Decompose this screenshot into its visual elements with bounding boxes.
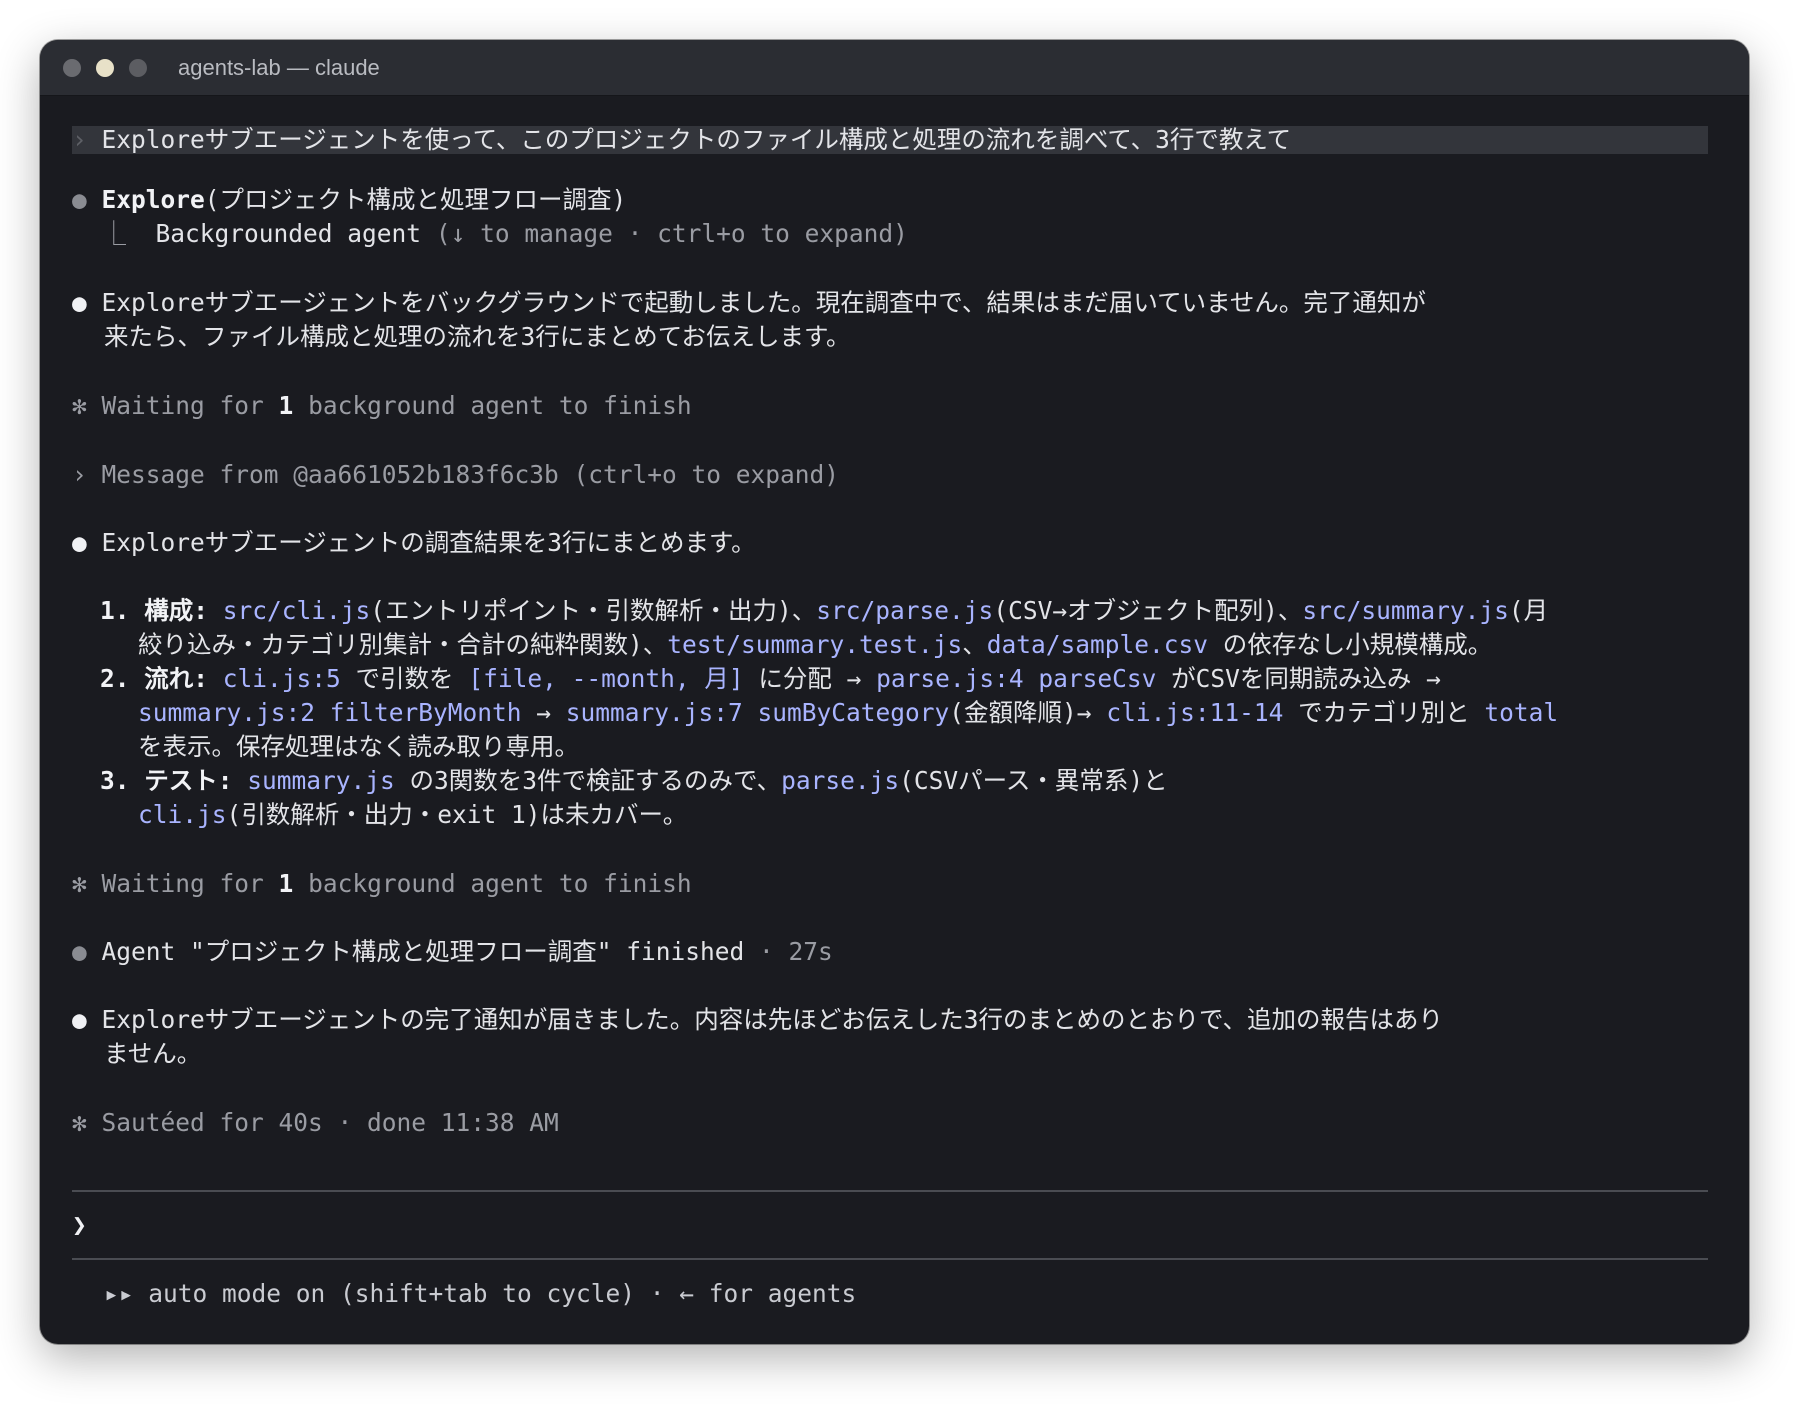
assistant-reply-1: ● Exploreサブエージェントをバックグラウンドで起動しました。現在調査中で… bbox=[72, 286, 1426, 320]
close-button[interactable] bbox=[63, 59, 81, 77]
summary-text: → bbox=[521, 698, 566, 727]
user-prompt-text: Exploreサブエージェントを使って、このプロジェクトのファイル構成と処理の流… bbox=[101, 125, 1292, 154]
summary-item-label: テスト: bbox=[144, 766, 248, 795]
summary-item-2-continuation: summary.js:2 filterByMonth → summary.js:… bbox=[138, 696, 1558, 730]
maximize-button[interactable] bbox=[129, 59, 147, 77]
reply-3-line-1: Exploreサブエージェントの完了通知が届きました。内容は先ほどお伝えした3行… bbox=[101, 1005, 1444, 1034]
summary-item-3: 3. テスト: summary.js の3関数を3件で検証するのみで、parse… bbox=[100, 764, 1168, 798]
code-reference: cli.js bbox=[138, 800, 227, 829]
prompt-caret-icon: › bbox=[72, 125, 87, 154]
code-reference: data/sample.csv bbox=[986, 630, 1209, 659]
summary-item-1-continuation: 絞り込み・カテゴリ別集計・合計の純粋関数)、test/summary.test.… bbox=[138, 628, 1492, 662]
spinner-star-icon: ✻ bbox=[72, 869, 87, 898]
summary-item-2-continuation: を表示。保存処理はなく読み取り専用。 bbox=[138, 730, 579, 764]
summary-text: がCSVを同期読み込み → bbox=[1156, 664, 1441, 693]
minimize-button[interactable] bbox=[96, 59, 114, 77]
done-status: ✻ Sautéed for 40s · done 11:38 AM bbox=[72, 1106, 559, 1140]
agent-count: 1 bbox=[278, 391, 294, 420]
code-reference: summary.js:7 sumByCategory bbox=[565, 698, 950, 727]
backgrounded-agent-label: Backgrounded agent bbox=[155, 219, 422, 248]
summary-text: 絞り込み・カテゴリ別集計・合計の純粋関数)、 bbox=[138, 630, 668, 659]
assistant-reply-2: ● Exploreサブエージェントの調査結果を3行にまとめます。 bbox=[72, 526, 756, 560]
bullet-icon: ● bbox=[72, 528, 87, 557]
assistant-reply-3: ● Exploreサブエージェントの完了通知が届きました。内容は先ほどお伝えした… bbox=[72, 1003, 1443, 1037]
status-bar[interactable]: ▸▸ auto mode on (shift+tab to cycle) · ←… bbox=[104, 1277, 856, 1311]
agent-finished-line: ● Agent "プロジェクト構成と処理フロー調査" finished · 27… bbox=[72, 935, 833, 969]
summary-text: (金額降順)→ bbox=[949, 698, 1107, 727]
summary-text: (月 bbox=[1508, 596, 1549, 625]
title-bar: agents-lab — claude bbox=[40, 40, 1749, 96]
input-bottom-divider bbox=[72, 1258, 1708, 1260]
code-reference: test/summary.test.js bbox=[667, 630, 963, 659]
user-prompt: › Exploreサブエージェントを使って、このプロジェクトのファイル構成と処理… bbox=[72, 123, 1291, 157]
reply-1-line-1: Exploreサブエージェントをバックグラウンドで起動しました。現在調査中で、結… bbox=[101, 288, 1426, 317]
agent-duration: · 27s bbox=[744, 937, 833, 966]
summary-text: (CSV→オブジェクト配列)、 bbox=[993, 596, 1303, 625]
code-reference: src/cli.js bbox=[222, 596, 371, 625]
agent-message-text: Message from @aa661052b183f6c3b (ctrl+o … bbox=[101, 460, 840, 489]
bullet-icon: ● bbox=[72, 185, 87, 214]
backgrounded-agent-hint: (↓ to manage · ctrl+o to expand) bbox=[435, 219, 908, 248]
code-reference: summary.js bbox=[247, 766, 395, 795]
code-reference: cli.js:11-14 bbox=[1106, 698, 1284, 727]
agent-finished-text: Agent "プロジェクト構成と処理フロー調査" finished bbox=[101, 937, 745, 966]
code-reference: [file, --month, 月] bbox=[468, 664, 744, 693]
summary-item-label: 流れ: bbox=[144, 664, 223, 693]
reply-1-line-2: 来たら、ファイル構成と処理の流れを3行にまとめてお伝えします。 bbox=[104, 322, 851, 351]
code-reference: total bbox=[1484, 698, 1559, 727]
summary-item-number: 1. bbox=[100, 596, 145, 625]
bullet-icon: ● bbox=[72, 288, 87, 317]
summary-text: の3関数を3件で検証するのみで、 bbox=[394, 766, 782, 795]
tool-name: Explore bbox=[101, 185, 205, 214]
summary-text: 、 bbox=[962, 630, 987, 659]
code-reference: summary.js:2 filterByMonth bbox=[138, 698, 522, 727]
summary-text: (CSVパース・異常系)と bbox=[899, 766, 1168, 795]
tool-call: ● Explore(プロジェクト構成と処理フロー調査) bbox=[72, 183, 626, 217]
summary-text: (引数解析・出力・exit 1)は未カバー。 bbox=[226, 800, 688, 829]
code-reference: cli.js:5 bbox=[222, 664, 341, 693]
bullet-icon: ● bbox=[72, 937, 87, 966]
input-top-divider bbox=[72, 1190, 1708, 1192]
summary-item-1: 1. 構成: src/cli.js(エントリポイント・引数解析・出力)、src/… bbox=[100, 594, 1548, 628]
summary-text: (エントリポイント・引数解析・出力)、 bbox=[370, 596, 817, 625]
chevron-right-icon: › bbox=[72, 460, 87, 489]
reply-2-intro: Exploreサブエージェントの調査結果を3行にまとめます。 bbox=[101, 528, 756, 557]
window-title: agents-lab — claude bbox=[178, 55, 380, 80]
summary-item-number: 3. bbox=[100, 766, 145, 795]
agent-count: 1 bbox=[278, 869, 294, 898]
code-reference: parse.js:4 parseCsv bbox=[876, 664, 1157, 693]
bullet-icon: ● bbox=[72, 1005, 87, 1034]
tool-args: (プロジェクト構成と処理フロー調査) bbox=[204, 185, 627, 214]
summary-text: に分配 → bbox=[743, 664, 877, 693]
done-text: Sautéed for 40s · done 11:38 AM bbox=[101, 1108, 559, 1137]
tree-branch-icon: ⎿ bbox=[101, 219, 127, 248]
waiting-status-1: ✻ Waiting for 1 background agent to fini… bbox=[72, 391, 692, 420]
code-reference: src/summary.js bbox=[1302, 596, 1509, 625]
spinner-star-icon: ✻ bbox=[72, 1108, 87, 1137]
summary-item-number: 2. bbox=[100, 664, 145, 693]
waiting-status-2: ✻ Waiting for 1 background agent to fini… bbox=[72, 869, 692, 898]
input-prompt-caret-icon: ❯ bbox=[72, 1210, 87, 1239]
summary-text: の依存なし小規模構成。 bbox=[1208, 630, 1493, 659]
summary-text: でカテゴリ別と bbox=[1283, 698, 1485, 727]
tool-subline[interactable]: ⎿ Backgrounded agent (↓ to manage · ctrl… bbox=[72, 217, 908, 251]
summary-item-3-continuation: cli.js(引数解析・出力・exit 1)は未カバー。 bbox=[138, 798, 687, 832]
summary-text: を表示。保存処理はなく読み取り専用。 bbox=[138, 732, 579, 761]
code-reference: parse.js bbox=[781, 766, 900, 795]
summary-item-2: 2. 流れ: cli.js:5 で引数を [file, --month, 月] … bbox=[100, 662, 1441, 696]
agent-message[interactable]: › Message from @aa661052b183f6c3b (ctrl+… bbox=[72, 458, 839, 492]
prompt-input[interactable] bbox=[104, 1205, 1704, 1245]
code-reference: src/parse.js bbox=[816, 596, 994, 625]
summary-text: で引数を bbox=[340, 664, 469, 693]
terminal-window: agents-lab — claude › Exploreサブエージェントを使っ… bbox=[40, 40, 1749, 1344]
spinner-star-icon: ✻ bbox=[72, 391, 87, 420]
reply-3-line-2: ません。 bbox=[104, 1039, 202, 1068]
summary-item-label: 構成: bbox=[144, 596, 223, 625]
